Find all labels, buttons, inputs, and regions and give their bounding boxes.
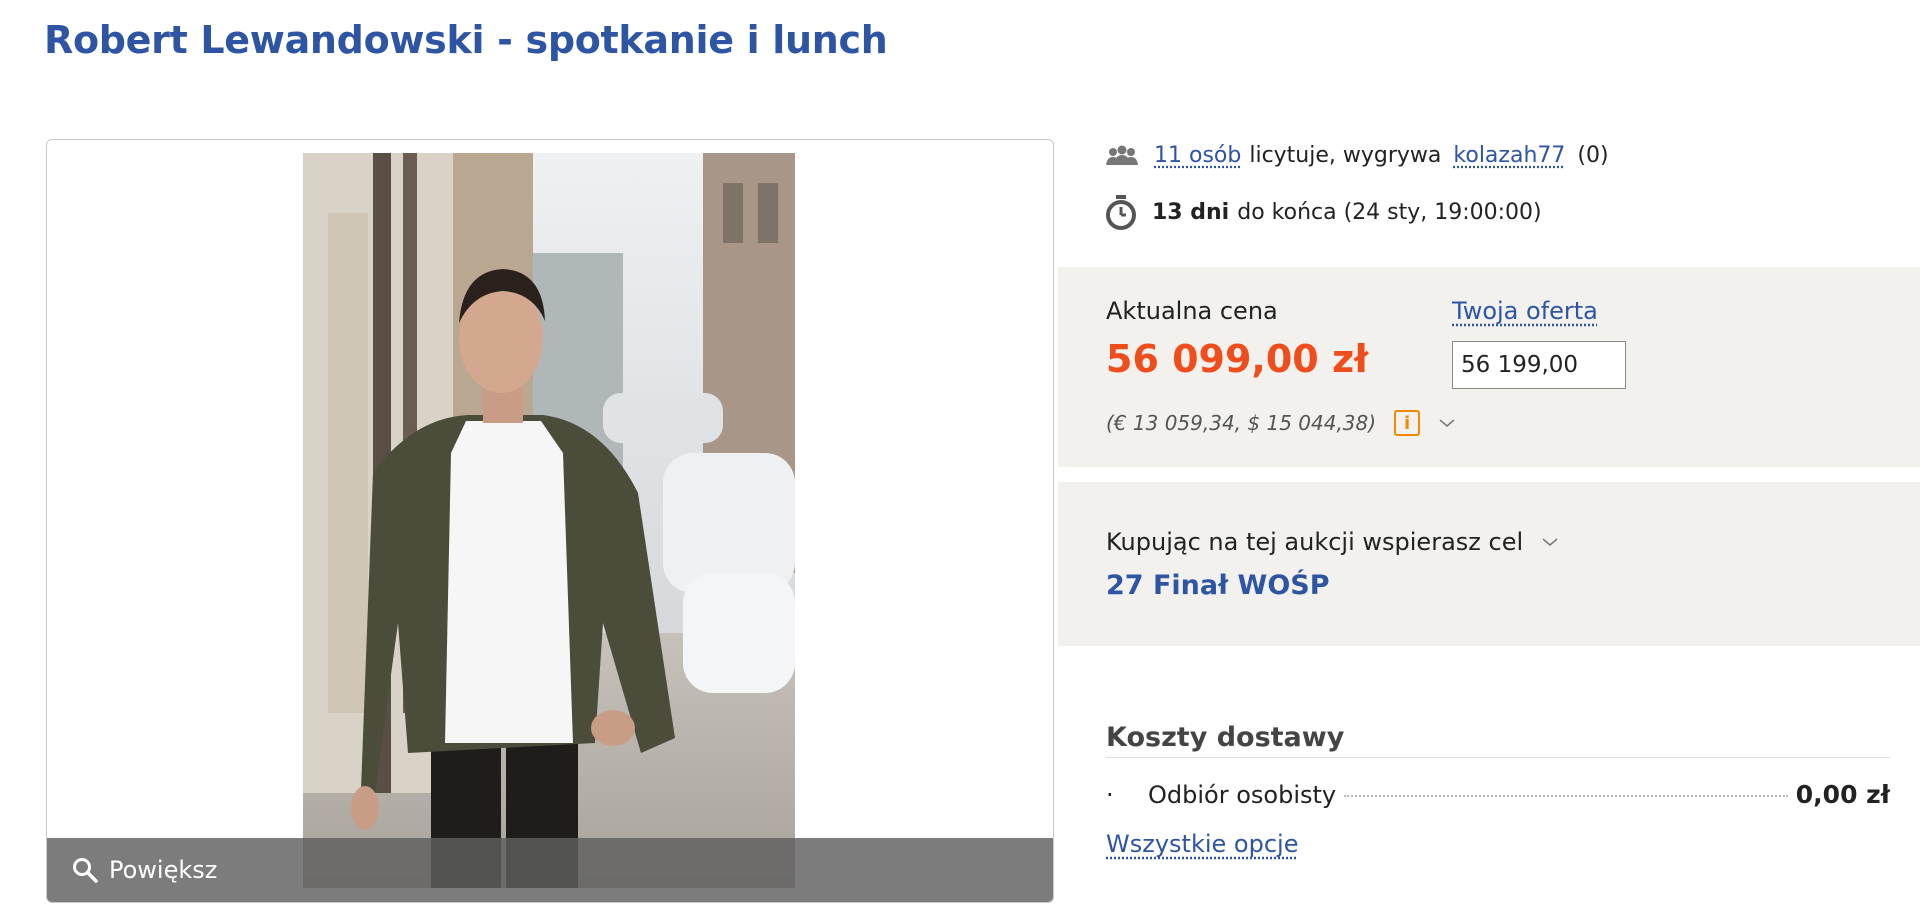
- end-date-text: do końca (24 sty, 19:00:00): [1237, 199, 1542, 225]
- your-offer-label[interactable]: Twoja oferta: [1452, 297, 1598, 325]
- current-price-label: Aktualna cena: [1106, 297, 1278, 325]
- bidders-text: licytuje, wygrywa: [1249, 143, 1442, 168]
- image-gallery: Powiększ: [46, 139, 1054, 903]
- zoom-label: Powiększ: [109, 856, 218, 884]
- time-remaining-row: 13 dni do końca (24 sty, 19:00:00): [1104, 194, 1542, 230]
- shipping-title: Koszty dostawy: [1106, 722, 1890, 758]
- product-photo-image: [303, 153, 795, 888]
- stopwatch-icon: [1104, 194, 1138, 230]
- price-panel: Aktualna cena 56 099,00 zł (€ 13 059,34,…: [1058, 267, 1920, 467]
- all-options-link[interactable]: Wszystkie opcje: [1106, 830, 1298, 858]
- charity-name-link[interactable]: 27 Finał WOŚP: [1106, 570, 1330, 601]
- days-left: 13 dni: [1152, 199, 1230, 225]
- shipping-option-name: Odbiór osobisty: [1148, 781, 1337, 809]
- charity-label-row: Kupując na tej aukcji wspierasz cel: [1106, 528, 1559, 556]
- magnifier-icon: [73, 858, 98, 883]
- product-photo[interactable]: [303, 153, 795, 888]
- zoom-button[interactable]: Powiększ: [47, 838, 1053, 902]
- bidders-count-link[interactable]: 11 osób: [1154, 143, 1241, 168]
- info-icon[interactable]: i: [1394, 410, 1421, 436]
- currency-conversion: (€ 13 059,34, $ 15 044,38) i: [1106, 410, 1456, 436]
- offer-input[interactable]: [1452, 341, 1626, 389]
- charity-label: Kupując na tej aukcji wspierasz cel: [1106, 528, 1524, 556]
- bullet: ·: [1106, 781, 1114, 809]
- chevron-down-icon[interactable]: [1541, 537, 1559, 547]
- bidders-row: 11 osób licytuje, wygrywa kolazah77 (0): [1104, 143, 1609, 168]
- winner-link[interactable]: kolazah77: [1453, 143, 1565, 168]
- dotted-leader: [1344, 795, 1788, 797]
- page-title: Robert Lewandowski - spotkanie i lunch: [44, 18, 888, 62]
- current-price-value: 56 099,00 zł: [1106, 337, 1369, 381]
- shipping-option-row: · Odbiór osobisty 0,00 zł: [1106, 780, 1890, 809]
- conversion-text: (€ 13 059,34, $ 15 044,38): [1106, 411, 1377, 435]
- charity-panel: Kupując na tej aukcji wspierasz cel 27 F…: [1058, 482, 1920, 646]
- people-icon: [1104, 145, 1140, 167]
- chevron-down-icon[interactable]: [1438, 418, 1456, 428]
- winner-rating: (0): [1577, 143, 1609, 168]
- shipping-option-price: 0,00 zł: [1795, 780, 1890, 809]
